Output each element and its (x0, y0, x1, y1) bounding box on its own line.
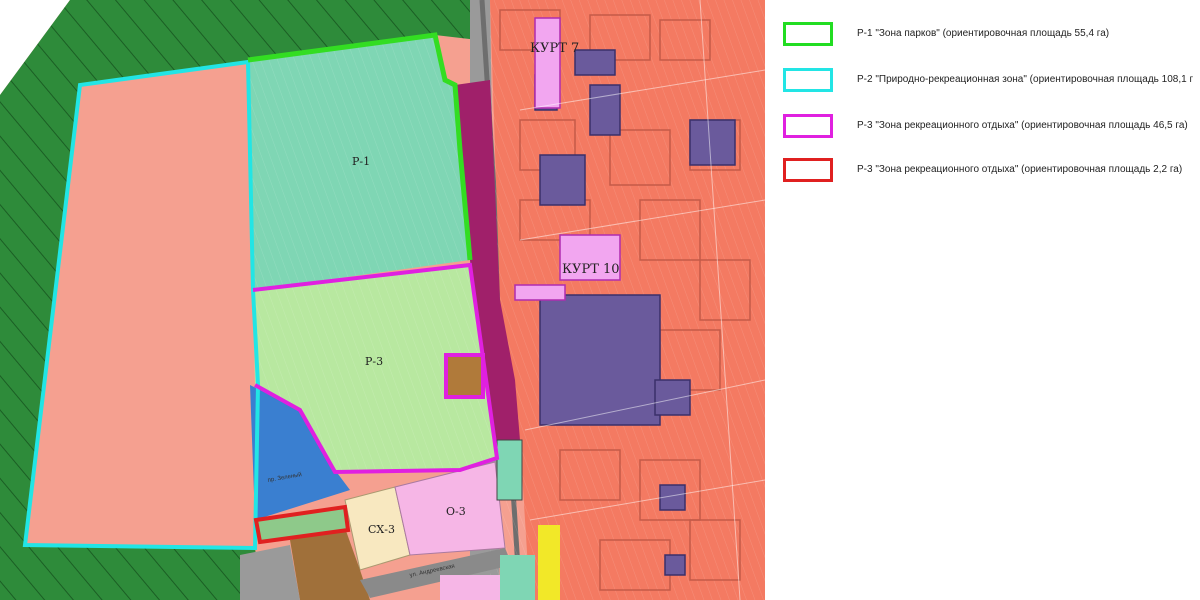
yellow-block (538, 525, 560, 600)
legend-text-p3: Р-3 "Зона рекреационного отдыха" (ориент… (857, 120, 1188, 131)
zone-grey-lower (240, 545, 300, 600)
label-o3: О-3 (446, 505, 466, 518)
legend-text-p2: Р-2 "Природно-рекреационная зона" (ориен… (857, 74, 1194, 85)
teal-lower-block (500, 555, 535, 600)
label-kurt7: КУРТ 7 (530, 41, 579, 56)
legend-item-p1: Р-1 "Зона парков" (ориентировочная площа… (779, 22, 1199, 52)
label-cx3: СХ-3 (368, 523, 395, 536)
small-teal-block (496, 439, 523, 501)
legend-item-p2: Р-2 "Природно-рекреационная зона" (ориен… (779, 68, 1199, 98)
label-p1: Р-1 (352, 155, 370, 168)
legend-text-p3-small: Р-3 "Зона рекреационного отдыха" (ориент… (857, 164, 1183, 175)
legend-item-p3: Р-3 "Зона рекреационного отдыха" (ориент… (779, 114, 1199, 144)
label-p3: Р-3 (365, 355, 383, 368)
label-kurt10: КУРТ 10 (562, 262, 620, 277)
zoning-map[interactable]: КУРТ 7 КУРТ 10 Р-1 Р-3 СХ-3 О-3 пр. Зеле… (0, 0, 765, 600)
legend-swatch-p3 (783, 114, 833, 138)
legend-swatch-p1 (783, 22, 833, 46)
map-legend: Р-1 "Зона парков" (ориентировочная площа… (765, 0, 1200, 600)
legend-text-p1: Р-1 "Зона парков" (ориентировочная площа… (857, 28, 1110, 39)
legend-swatch-p2 (783, 68, 833, 92)
zoning-map-svg: КУРТ 7 КУРТ 10 Р-1 Р-3 СХ-3 О-3 пр. Зеле… (0, 0, 765, 600)
legend-swatch-p3-small (783, 158, 833, 182)
zone-p3-small-square[interactable] (444, 353, 485, 399)
pink-lower-block (440, 575, 500, 600)
legend-item-p3-small: Р-3 "Зона рекреационного отдыха" (ориент… (779, 158, 1199, 188)
